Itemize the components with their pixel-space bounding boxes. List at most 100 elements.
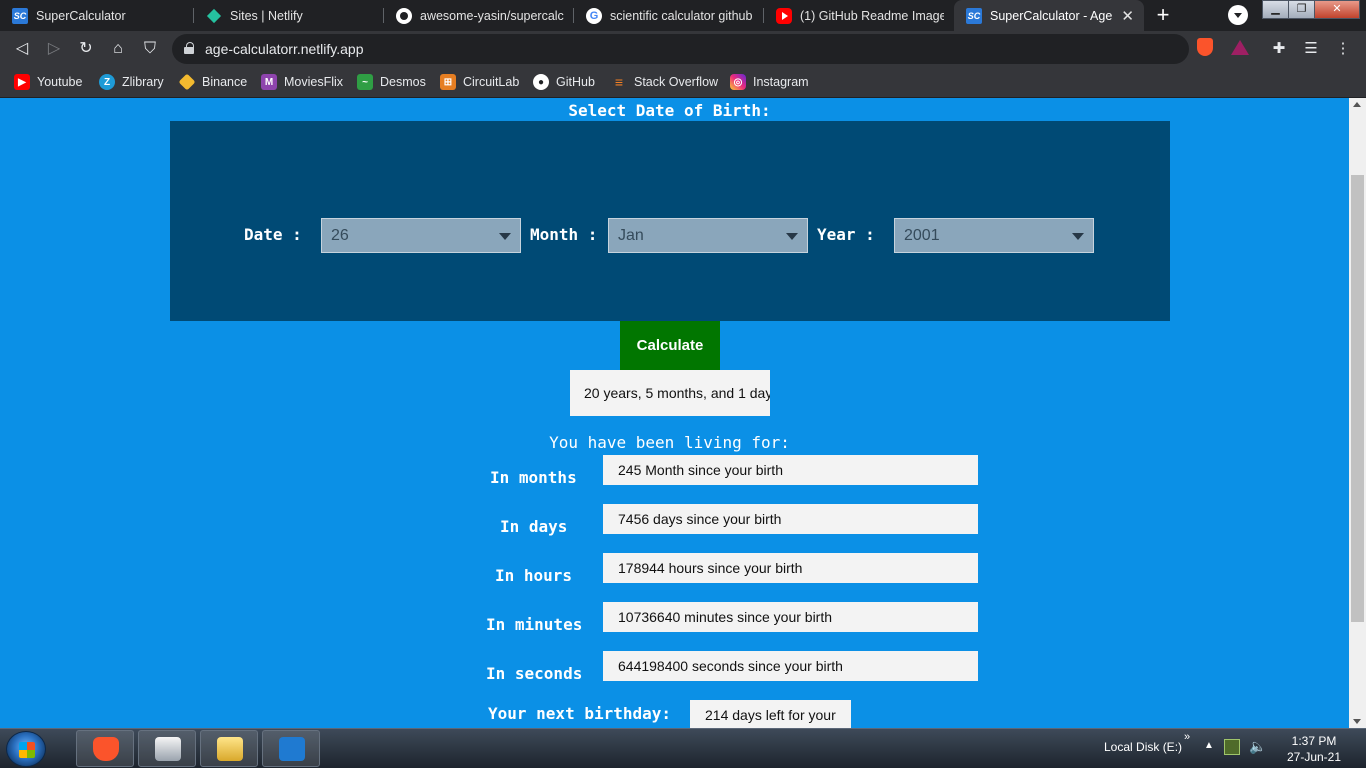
seconds-field[interactable]: 644198400 seconds since your birth [603, 651, 978, 681]
minutes-label: In minutes [486, 615, 583, 634]
tab-title: SuperCalculator [36, 8, 126, 23]
forward-icon[interactable]: ▷ [42, 37, 66, 61]
days-label: In days [500, 517, 568, 536]
age-result-field[interactable]: 20 years, 5 months, and 1 day [570, 370, 770, 416]
binance-icon [178, 73, 196, 91]
date-select-value: 26 [331, 227, 349, 244]
clock-date: 27-Jun-21 [1286, 750, 1342, 764]
instagram-icon: ◎ [730, 74, 746, 90]
bookmark-label: Binance [202, 75, 248, 89]
bookmark-moviesflix[interactable]: M MoviesFlix [261, 72, 343, 92]
home-icon[interactable]: ⌂ [106, 37, 130, 61]
minutes-field[interactable]: 10736640 minutes since your birth [603, 602, 978, 632]
scroll-down-icon[interactable] [1353, 719, 1361, 724]
start-button[interactable] [6, 731, 46, 767]
youtube-icon: ▶ [14, 74, 30, 90]
scroll-up-icon[interactable] [1353, 102, 1361, 107]
month-select[interactable]: Jan [608, 218, 808, 253]
brave-shields-icon[interactable] [1197, 38, 1213, 56]
page-content: Select Date of Birth: Date : 26 Month : … [0, 98, 1349, 728]
reload-icon[interactable]: ↻ [74, 37, 98, 61]
browser-toolbar: ◁ ▷ ↻ ⌂ ⛉ age-calculatorr.netlify.app [0, 31, 1366, 66]
file-explorer-icon [217, 737, 243, 761]
bookmark-binance[interactable]: Binance [178, 72, 248, 92]
taskbar-brave[interactable] [76, 730, 134, 767]
living-for-title: You have been living for: [549, 433, 790, 452]
months-label: In months [490, 468, 577, 487]
taskbar-drive[interactable] [138, 730, 196, 767]
calculate-button[interactable]: Calculate [620, 321, 720, 370]
next-birthday-field[interactable]: 214 days left for your [690, 700, 851, 728]
tab-age-calculator[interactable]: SC SuperCalculator - Age Ca ✕ [954, 0, 1144, 31]
month-label: Month : [530, 225, 598, 244]
next-birthday-label: Your next birthday: [488, 704, 672, 723]
window-close-button[interactable]: ✕ [1314, 0, 1360, 19]
taskbar-vscode[interactable] [262, 730, 320, 767]
tab-search-icon[interactable] [1228, 5, 1248, 25]
date-select[interactable]: 26 [321, 218, 521, 253]
google-icon: G [586, 7, 602, 24]
scroll-thumb[interactable] [1351, 175, 1364, 622]
bookmark-circuitlab[interactable]: ⊞ CircuitLab [440, 72, 519, 92]
brave-rewards-icon[interactable] [1231, 40, 1249, 55]
maximize-button[interactable]: ❐ [1288, 0, 1315, 19]
clock[interactable]: 1:37 PM 27-Jun-21 [1272, 733, 1356, 765]
extensions-icon[interactable]: ✚ [1268, 38, 1290, 60]
bookmark-zlibrary[interactable]: Z Zlibrary [99, 72, 164, 92]
bookmark-icon[interactable]: ⛉ [138, 37, 162, 61]
minimize-button[interactable]: ▁ [1262, 0, 1289, 19]
chevron-down-icon [786, 233, 798, 240]
bookmark-label: Instagram [753, 75, 809, 89]
tab-youtube[interactable]: (1) GitHub Readme Images T [764, 0, 954, 31]
windows-taskbar: Local Disk (E:) » ▲ 🔈 1:37 PM 27-Jun-21 [0, 728, 1366, 768]
hours-field[interactable]: 178944 hours since your birth [603, 553, 978, 583]
seconds-label: In seconds [486, 664, 583, 683]
github-icon [396, 7, 412, 24]
page-scrollbar[interactable] [1349, 98, 1366, 728]
days-field[interactable]: 7456 days since your birth [603, 504, 978, 534]
months-field[interactable]: 245 Month since your birth [603, 455, 978, 485]
browser-tab-strip: SC SuperCalculator Sites | Netlify aweso… [0, 0, 1366, 31]
vscode-icon [279, 737, 305, 761]
address-bar[interactable]: age-calculatorr.netlify.app [172, 34, 1189, 64]
bookmark-instagram[interactable]: ◎ Instagram [730, 72, 809, 92]
menu-icon[interactable]: ⋮ [1332, 38, 1354, 60]
volume-icon[interactable]: 🔈 [1249, 738, 1266, 755]
chevron-down-icon [499, 233, 511, 240]
tab-title: awesome-yasin/supercalculat [420, 8, 564, 23]
hours-label: In hours [495, 566, 573, 585]
bookmark-youtube[interactable]: ▶ Youtube [14, 72, 82, 92]
bookmark-label: MoviesFlix [284, 75, 344, 89]
reading-list-icon[interactable]: ☰ [1300, 38, 1322, 60]
tab-supercalculator[interactable]: SC SuperCalculator [0, 0, 194, 31]
bookmark-label: Youtube [37, 75, 83, 89]
netlify-icon [206, 8, 222, 24]
select-dob-title: Select Date of Birth: [568, 101, 771, 120]
bookmark-stackoverflow[interactable]: ≡ Stack Overflow [611, 72, 718, 92]
local-disk-toolbar[interactable]: Local Disk (E:) [1104, 740, 1182, 754]
bookmark-desmos[interactable]: ~ Desmos [357, 72, 426, 92]
tab-title: (1) GitHub Readme Images T [800, 8, 944, 23]
drive-icon [155, 737, 181, 761]
bookmark-github[interactable]: ● GitHub [533, 72, 595, 92]
show-hidden-icons-icon[interactable]: ▲ [1204, 740, 1214, 751]
new-tab-button[interactable]: + [1152, 3, 1174, 27]
tab-title: SuperCalculator - Age Ca [990, 8, 1115, 23]
tab-github-repo[interactable]: awesome-yasin/supercalculat [384, 0, 574, 31]
zlibrary-icon: Z [99, 74, 115, 90]
tab-netlify[interactable]: Sites | Netlify [194, 0, 384, 31]
tab-google-search[interactable]: G scientific calculator github - G [574, 0, 764, 31]
bookmark-label: Stack Overflow [634, 75, 719, 89]
taskbar-file-explorer[interactable] [200, 730, 258, 767]
back-icon[interactable]: ◁ [10, 37, 34, 61]
close-icon[interactable]: ✕ [1121, 7, 1134, 25]
tab-title: scientific calculator github - G [610, 8, 754, 23]
desmos-icon: ~ [357, 74, 373, 90]
chevron-right-icon[interactable]: » [1184, 731, 1190, 743]
address-text: age-calculatorr.netlify.app [205, 41, 364, 57]
bookmark-label: GitHub [556, 75, 595, 89]
network-icon[interactable] [1224, 739, 1240, 755]
month-select-value: Jan [618, 227, 644, 244]
year-select-value: 2001 [904, 227, 940, 244]
year-select[interactable]: 2001 [894, 218, 1094, 253]
